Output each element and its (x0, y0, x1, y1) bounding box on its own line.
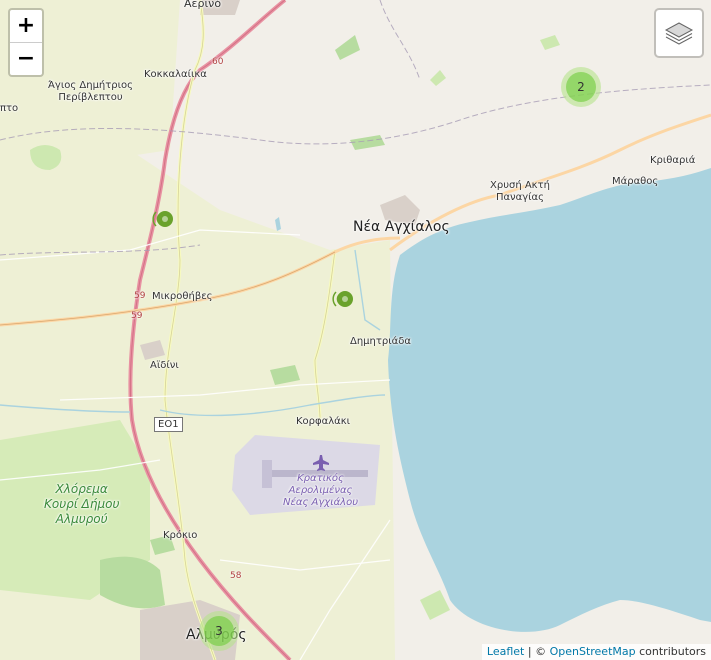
leaflet-link[interactable]: Leaflet (487, 645, 524, 658)
marker-cluster[interactable]: 2 (561, 67, 601, 107)
layers-icon (664, 22, 694, 45)
place-label-korfalaki: Κορφαλάκι (296, 416, 350, 427)
place-label-kokkalaiika: Κοκκαλαίικα (144, 69, 207, 80)
road-shield-60: 60 (212, 57, 224, 67)
place-label-aerino: Αερινό (184, 0, 222, 10)
attribution-separator: | © (524, 645, 550, 658)
place-label-aidini: Αϊδίνι (150, 360, 179, 371)
wifi-signal-marker-icon[interactable] (332, 288, 354, 310)
attribution: Leaflet | © OpenStreetMap contributors (481, 644, 711, 660)
marker-cluster[interactable]: 3 (199, 611, 239, 651)
airport-label: Κρατικός Αερολιμένας Νέας Αγχιάλου (283, 473, 358, 508)
place-label-agios-dimitrios: Άγιος Δημήτριος Περίβλεπτου (48, 80, 134, 103)
place-label-chrysi-akti: Χρυσή Ακτή Παναγίας (490, 180, 550, 203)
road-shield-eo1: ΕΟ1 (154, 417, 183, 432)
zoom-in-button[interactable]: + (10, 10, 42, 43)
place-label-marathos: Μάραθος (612, 176, 659, 187)
place-label-dimitriada: Δημητριάδα (350, 336, 411, 347)
road-shield-58: 58 (230, 571, 242, 581)
map-canvas[interactable]: Αερινό Κοκκαλαίικα Άγιος Δημήτριος Περίβ… (0, 0, 711, 660)
layers-button[interactable] (654, 8, 704, 58)
attribution-suffix: contributors (635, 645, 706, 658)
cluster-count: 2 (566, 72, 596, 102)
osm-link[interactable]: OpenStreetMap (550, 645, 636, 658)
road-shield-59-lower: 59 (131, 311, 143, 321)
place-label-krithari: Κριθαριά (650, 155, 696, 166)
place-label-edge: πτο (0, 103, 19, 114)
park-label: Χλόρεμα Κουρί Δήμου Αλμυρού (44, 482, 120, 526)
zoom-out-button[interactable]: − (10, 43, 42, 75)
wifi-signal-marker-icon[interactable] (152, 208, 174, 230)
road-shield-59: 59 (134, 291, 146, 301)
place-label-nea-anchialos: Νέα Αγχίαλος (353, 219, 450, 235)
zoom-control: + − (8, 8, 44, 77)
place-label-mikrothives: Μικροθήβες (152, 291, 213, 302)
place-label-krokio: Κρόκιο (163, 530, 198, 541)
cluster-count: 3 (204, 616, 234, 646)
